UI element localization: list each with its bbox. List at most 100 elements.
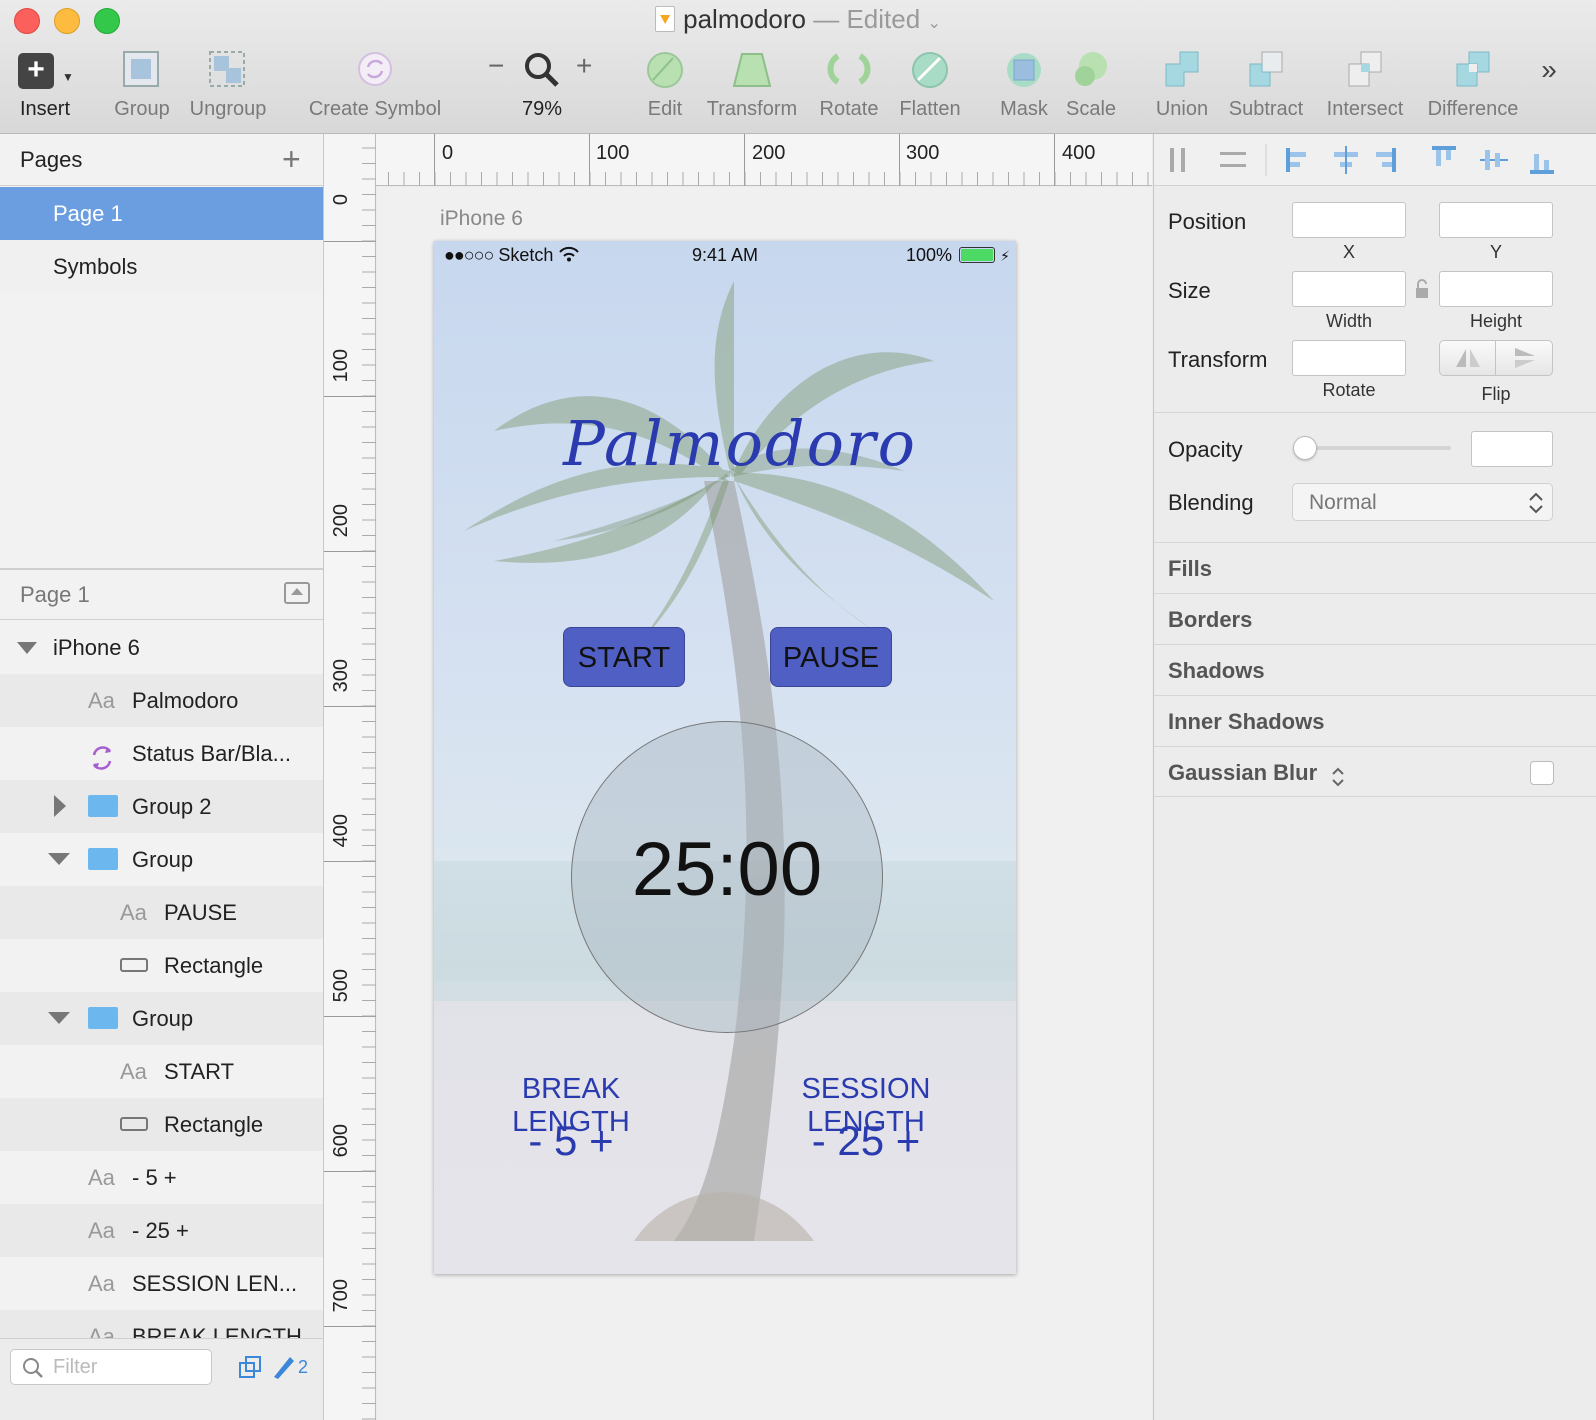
mask-button[interactable]: Mask — [996, 48, 1052, 121]
opacity-field[interactable] — [1471, 431, 1553, 467]
shadows-title: Shadows — [1168, 658, 1265, 683]
start-button[interactable]: START — [563, 627, 685, 687]
layer-name: Group — [132, 1006, 194, 1031]
lock-icon[interactable] — [1414, 278, 1430, 305]
layer-break-length[interactable]: Aa BREAK LENGTH — [0, 1310, 323, 1338]
vertical-ruler[interactable]: 0 100 200 300 400 500 600 700 — [324, 134, 376, 1420]
search-icon — [21, 1356, 45, 1385]
position-y-field[interactable] — [1439, 202, 1553, 238]
group-icon — [108, 48, 176, 90]
insert-button[interactable]: + ▼ Insert — [12, 48, 78, 121]
flip-vertical-icon[interactable] — [1497, 341, 1553, 375]
rotate-label: Rotate — [1322, 380, 1376, 400]
flatten-button[interactable]: Flatten — [894, 48, 966, 121]
status-bar-battery: 100% ⚡ — [906, 245, 1010, 266]
pen-icon[interactable] — [270, 1353, 296, 1386]
layer-session-value[interactable]: Aa - 25 + — [0, 1204, 323, 1257]
scale-label: Scale — [1065, 98, 1117, 120]
height-label: Height — [1469, 311, 1523, 331]
alignment-icons — [1170, 144, 1554, 176]
blending-select[interactable]: Normal — [1292, 483, 1553, 521]
group-button[interactable]: Group — [108, 48, 176, 121]
ruler-label: 0 — [330, 194, 352, 206]
blending-label: Blending — [1168, 490, 1254, 515]
page-item-label: Symbols — [53, 254, 138, 279]
layer-session-length[interactable]: Aa SESSION LEN... — [0, 1257, 323, 1310]
ruler-label: 600 — [330, 1124, 352, 1158]
disclosure-open-icon[interactable] — [17, 642, 37, 654]
subtract-button[interactable]: Subtract — [1222, 48, 1310, 121]
disclosure-open-icon[interactable] — [48, 1012, 70, 1024]
document-status[interactable]: Edited — [846, 4, 920, 34]
borders-section[interactable]: Borders — [1154, 593, 1596, 644]
layer-name: - 25 + — [132, 1218, 189, 1243]
union-icon — [1152, 48, 1212, 90]
disclosure-closed-icon[interactable] — [54, 795, 66, 817]
collapse-icon[interactable] — [284, 582, 310, 604]
zoom-out-button[interactable]: − — [488, 50, 504, 82]
ungroup-button[interactable]: Ungroup — [186, 48, 270, 121]
flatten-icon — [894, 48, 966, 90]
position-x-field[interactable] — [1292, 202, 1406, 238]
difference-button[interactable]: Difference — [1420, 48, 1526, 121]
fills-section[interactable]: Fills — [1154, 542, 1596, 593]
rotate-field[interactable] — [1292, 340, 1406, 376]
layer-name: Group — [132, 847, 194, 872]
zoom-level: 79% — [521, 98, 563, 120]
difference-label: Difference — [1427, 98, 1519, 120]
ruler-label: 500 — [330, 969, 352, 1003]
layer-palmodoro[interactable]: Aa Palmodoro — [0, 674, 323, 727]
layer-start-text[interactable]: Aa START — [0, 1045, 323, 1098]
horizontal-ruler[interactable]: 0 100 200 300 400 — [376, 134, 1152, 186]
union-button[interactable]: Union — [1152, 48, 1212, 121]
layer-pause-rectangle[interactable]: Rectangle — [0, 939, 323, 992]
add-page-button[interactable]: + — [282, 134, 301, 184]
scale-icon — [1062, 48, 1120, 90]
edit-label: Edit — [647, 98, 683, 120]
shadows-section[interactable]: Shadows — [1154, 644, 1596, 695]
rotate-button[interactable]: Rotate — [814, 48, 884, 121]
ruler-label: 200 — [752, 142, 786, 164]
transform-label: Transform — [706, 98, 798, 120]
artboard-label[interactable]: iPhone 6 — [440, 207, 523, 231]
break-length-stepper[interactable]: - 5 + — [464, 1117, 678, 1165]
borders-title: Borders — [1168, 607, 1253, 632]
edit-button[interactable]: Edit — [640, 48, 690, 121]
artboard-iphone-6[interactable]: ●●○○○ Sketch 9:41 AM 100% ⚡ Palmodoro ST… — [434, 241, 1016, 1274]
layer-pause-text[interactable]: Aa PAUSE — [0, 886, 323, 939]
layers-header: Page 1 — [0, 570, 323, 620]
zoom-in-button[interactable]: + — [576, 50, 592, 82]
gaussian-blur-section[interactable]: Gaussian Blur — [1154, 746, 1596, 797]
page-item-symbols[interactable]: Symbols — [0, 240, 323, 293]
layer-group-pause[interactable]: Group — [0, 833, 323, 886]
scale-button[interactable]: Scale — [1062, 48, 1120, 121]
flip-horizontal-icon[interactable] — [1440, 341, 1496, 375]
create-symbol-button[interactable]: Create Symbol — [302, 48, 448, 121]
layer-start-rectangle[interactable]: Rectangle — [0, 1098, 323, 1151]
disclosure-open-icon[interactable] — [48, 853, 70, 865]
layer-group-2[interactable]: Group 2 — [0, 780, 323, 833]
edit-icon — [640, 48, 690, 90]
filter-field[interactable]: Filter — [10, 1349, 212, 1385]
layer-status-bar[interactable]: Status Bar/Bla... — [0, 727, 323, 780]
page-item-page-1[interactable]: Page 1 — [0, 187, 323, 240]
symbols-filter-icon[interactable] — [238, 1355, 264, 1386]
layer-iphone-6[interactable]: iPhone 6 — [0, 621, 323, 674]
session-length-stepper[interactable]: - 25 + — [746, 1117, 986, 1165]
pause-button[interactable]: PAUSE — [770, 627, 892, 687]
layer-group-start[interactable]: Group — [0, 992, 323, 1045]
intersect-button[interactable]: Intersect — [1320, 48, 1410, 121]
layer-break-value[interactable]: Aa - 5 + — [0, 1151, 323, 1204]
chevron-down-icon[interactable]: ⌄ — [927, 15, 940, 32]
up-down-chevron-icon[interactable] — [1330, 758, 1346, 809]
gaussian-blur-checkbox[interactable] — [1530, 761, 1554, 785]
width-field[interactable] — [1292, 271, 1406, 307]
height-field[interactable] — [1439, 271, 1553, 307]
opacity-slider-thumb[interactable] — [1293, 436, 1317, 460]
width-label: Width — [1325, 311, 1372, 331]
opacity-slider-track[interactable] — [1296, 446, 1451, 450]
toolbar-overflow-button[interactable]: » — [1532, 54, 1566, 86]
inner-shadows-section[interactable]: Inner Shadows — [1154, 695, 1596, 746]
transform-button[interactable]: Transform — [700, 48, 804, 121]
vertical-ruler-ticks — [324, 147, 376, 1420]
